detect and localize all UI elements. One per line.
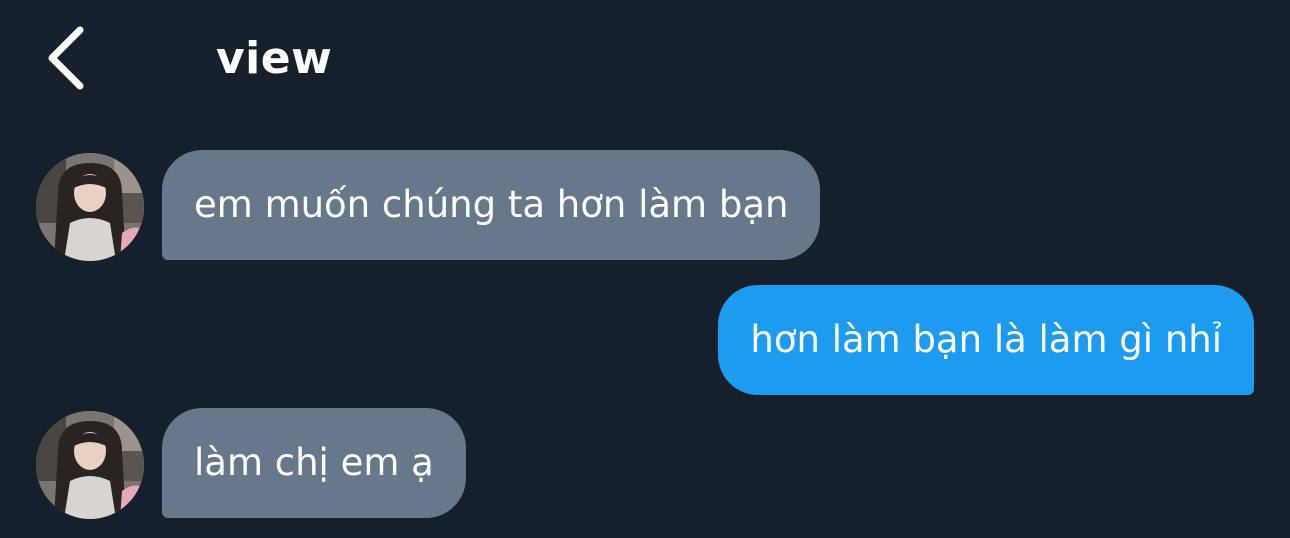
message-bubble-incoming[interactable]: em muốn chúng ta hơn làm bạn [162,150,821,260]
header: view [0,0,1290,120]
avatar-photo-icon [36,153,144,261]
back-button[interactable] [36,22,100,94]
chevron-left-icon [48,26,84,90]
message-bubble-outgoing[interactable]: hơn làm bạn là làm gì nhỉ [718,285,1254,395]
avatar[interactable] [36,411,144,519]
avatar[interactable] [36,153,144,261]
page-title: view [216,33,333,84]
avatar-photo-icon [36,411,144,519]
message-bubble-incoming[interactable]: làm chị em ạ [162,408,466,518]
